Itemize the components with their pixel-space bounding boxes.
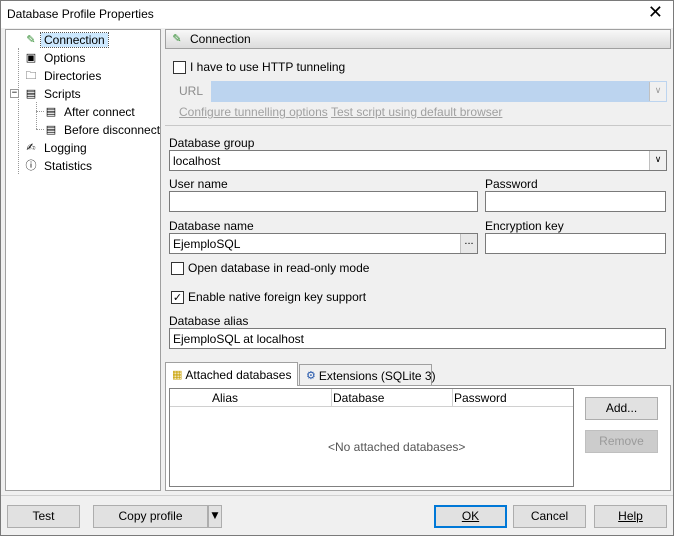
category-tree[interactable]: ✎ Connection ▣ Options 🗀 Directories − ▤… — [5, 29, 161, 491]
read-only-checkbox[interactable]: Open database in read-only mode — [171, 261, 369, 275]
user-name-input[interactable] — [169, 191, 478, 212]
password-input[interactable] — [485, 191, 666, 212]
tree-item-logging[interactable]: ✍ Logging — [24, 139, 90, 156]
add-button[interactable]: Add... — [585, 397, 658, 420]
log-icon: ✍ — [26, 140, 36, 154]
tree-line — [36, 102, 37, 129]
tab-extensions[interactable]: ⚙ Extensions (SQLite 3) — [299, 364, 436, 386]
title-bar: Database Profile Properties ✕ — [1, 1, 673, 28]
ok-label: OK — [461, 509, 480, 523]
ok-button[interactable]: OK — [434, 505, 507, 528]
test-button[interactable]: Test — [7, 505, 80, 528]
url-input[interactable] — [211, 81, 667, 102]
tree-item-scripts[interactable]: ▤ Scripts — [24, 85, 84, 102]
tree-item-after-connect[interactable]: ▤ After connect — [44, 103, 138, 120]
database-group-select[interactable]: localhost — [169, 150, 667, 171]
attached-databases-panel: Alias Database Password <No attached dat… — [165, 385, 671, 491]
plug-icon: ✎ — [26, 32, 36, 46]
url-label: URL — [179, 84, 204, 98]
check-icon[interactable]: ✓ — [171, 290, 184, 304]
separator — [165, 125, 671, 126]
tree-item-statistics[interactable]: ⓘ Statistics — [24, 157, 95, 174]
tab-attached-databases[interactable]: ▦ Attached databases — [165, 362, 298, 386]
window-title: Database Profile Properties — [7, 7, 154, 21]
tree-line — [36, 111, 44, 112]
grid-header: Alias Database Password — [170, 389, 573, 407]
close-icon[interactable]: ✕ — [648, 3, 663, 23]
test-script-link[interactable]: Test script using default browser — [331, 105, 502, 119]
gear-icon: ⚙ — [306, 368, 316, 382]
copy-profile-button[interactable]: Copy profile — [93, 505, 208, 528]
column-alias[interactable]: Alias — [212, 391, 238, 405]
browse-button[interactable]: ... — [460, 234, 477, 253]
plug-icon: ✎ — [172, 32, 182, 45]
chevron-down-icon[interactable]: ∨ — [649, 151, 666, 170]
password-label: Password — [485, 177, 538, 191]
encryption-key-label: Encryption key — [485, 219, 564, 233]
tree-line — [36, 129, 44, 130]
collapse-icon[interactable]: − — [10, 89, 19, 98]
script-icon: ▤ — [45, 104, 57, 118]
tree-item-options[interactable]: ▣ Options — [24, 49, 88, 66]
user-name-label: User name — [169, 177, 228, 191]
options-icon: ▣ — [25, 50, 37, 64]
http-tunneling-checkbox[interactable]: I have to use HTTP tunneling — [173, 60, 345, 74]
footer-separator — [1, 495, 673, 496]
database-name-input[interactable]: EjemploSQL — [169, 233, 478, 254]
database-icon: ▦ — [172, 367, 183, 381]
attached-databases-grid[interactable]: Alias Database Password <No attached dat… — [169, 388, 574, 487]
dropdown-arrow-icon[interactable]: ▼ — [208, 505, 222, 528]
foreign-key-checkbox[interactable]: ✓ Enable native foreign key support — [171, 290, 366, 304]
folder-icon: 🗀 — [25, 68, 37, 82]
database-group-label: Database group — [169, 136, 255, 150]
help-label: Help — [618, 509, 643, 523]
connection-panel: ✎ Connection I have to use HTTP tunnelin… — [165, 29, 671, 491]
checkbox-box[interactable] — [173, 60, 186, 74]
info-icon: ⓘ — [25, 158, 37, 172]
remove-button[interactable]: Remove — [585, 430, 658, 453]
column-separator — [452, 389, 453, 407]
chevron-down-icon[interactable]: ∨ — [649, 82, 666, 101]
encryption-key-input[interactable] — [485, 233, 666, 254]
database-name-label: Database name — [169, 219, 254, 233]
checkbox-box[interactable] — [171, 261, 184, 275]
panel-header: ✎ Connection — [165, 29, 671, 49]
column-password[interactable]: Password — [454, 391, 507, 405]
column-database[interactable]: Database — [333, 391, 384, 405]
configure-tunnelling-link[interactable]: Configure tunnelling options — [179, 105, 328, 119]
tree-line — [18, 48, 19, 174]
script-icon: ▤ — [45, 122, 57, 136]
database-alias-label: Database alias — [169, 314, 249, 328]
cancel-button[interactable]: Cancel — [513, 505, 586, 528]
empty-grid-text: <No attached databases> — [328, 440, 466, 454]
dialog-window: Database Profile Properties ✕ ✎ Connecti… — [0, 0, 674, 536]
tree-item-before-disconnect[interactable]: ▤ Before disconnect — [44, 121, 163, 138]
tree-item-directories[interactable]: 🗀 Directories — [24, 67, 104, 84]
database-alias-input[interactable]: EjemploSQL at localhost — [169, 328, 666, 349]
script-icon: ▤ — [25, 86, 37, 100]
tree-item-connection[interactable]: ✎ Connection — [24, 31, 109, 48]
column-separator — [331, 389, 332, 407]
help-button[interactable]: Help — [594, 505, 667, 528]
